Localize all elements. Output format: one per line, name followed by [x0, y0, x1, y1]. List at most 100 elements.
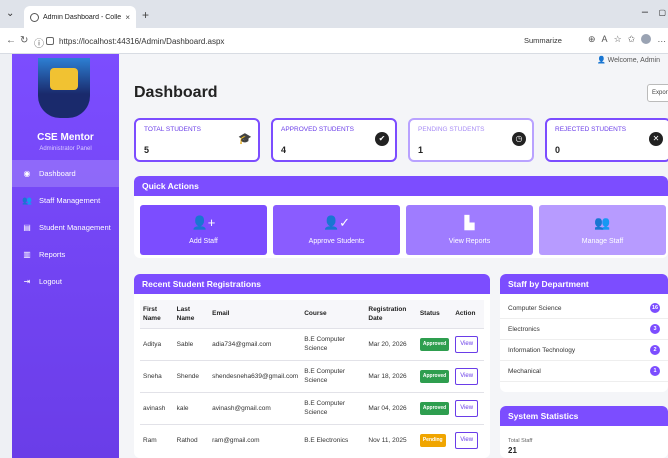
- stat-label: REJECTED STUDENTS: [555, 126, 627, 133]
- read-aloud-icon[interactable]: A: [602, 34, 608, 46]
- info-icon[interactable]: ⓘ: [34, 35, 44, 50]
- chart-icon: ▙: [464, 215, 475, 230]
- staff-by-department-title: Staff by Department: [500, 274, 668, 294]
- sidebar-menu: ◉ Dashboard 👥 Staff Management ▤ Student…: [12, 160, 119, 295]
- recent-registrations-title: Recent Student Registrations: [134, 274, 490, 294]
- user-check-icon: 👤✓: [322, 215, 351, 230]
- add-staff-button[interactable]: 👤+ Add Staff: [140, 205, 267, 255]
- summarize-button[interactable]: Summarize: [524, 36, 562, 45]
- users-icon: 👥: [594, 215, 611, 230]
- cell-last-name: Rathod: [173, 423, 210, 456]
- tab-menu-icon[interactable]: ⌄: [6, 8, 18, 20]
- view-button[interactable]: View: [455, 367, 479, 385]
- table-row: avinash kale avinash@gmail.com B.E Compu…: [140, 391, 484, 424]
- sidebar-item-label: Dashboard: [39, 169, 76, 178]
- profile-avatar[interactable]: [641, 34, 652, 44]
- view-button[interactable]: View: [455, 335, 479, 353]
- view-reports-button[interactable]: ▙ View Reports: [406, 205, 533, 255]
- column-header: Action: [452, 300, 484, 328]
- sidebar-item-dashboard[interactable]: ◉ Dashboard: [12, 160, 119, 187]
- dept-count-badge: 16: [650, 303, 660, 313]
- cell-last-name: Sable: [173, 327, 210, 360]
- new-tab-button[interactable]: +: [142, 8, 149, 22]
- column-header[interactable]: Status: [416, 300, 453, 328]
- page-title: Dashboard: [134, 84, 218, 101]
- sidebar-item-logout[interactable]: ⇥ Logout: [12, 268, 119, 295]
- view-button[interactable]: View: [455, 431, 479, 449]
- globe-icon: [30, 12, 39, 22]
- users-icon: 👥: [22, 196, 32, 205]
- registrations-table: First Name Last Name Email Course Regist…: [140, 300, 484, 456]
- column-header[interactable]: Last Name: [173, 300, 210, 328]
- dept-name: Computer Science: [508, 304, 562, 312]
- list-item: Computer Science 16: [500, 298, 668, 319]
- sidebar-item-reports[interactable]: ▥ Reports: [12, 241, 119, 268]
- clock-icon: ◷: [512, 132, 526, 146]
- status-badge: Pending: [419, 433, 446, 447]
- minimize-button[interactable]: –: [642, 6, 648, 18]
- favorite-star-icon[interactable]: ☆: [614, 34, 622, 46]
- quick-actions-title: Quick Actions: [134, 176, 668, 196]
- user-plus-icon: 👤+: [191, 215, 216, 230]
- list-item: Electronics 3: [500, 319, 668, 340]
- logout-icon: ⇥: [23, 277, 31, 286]
- cell-first-name: Ram: [140, 423, 174, 456]
- lock-icon: [46, 37, 54, 45]
- recent-registrations-card: Recent Student Registrations First Name …: [134, 274, 490, 458]
- zoom-icon[interactable]: ⊕: [588, 34, 596, 46]
- address-bar: ← ↻ ⓘ https://localhost:44316/Admin/Dash…: [0, 28, 668, 54]
- column-header[interactable]: Course: [301, 300, 366, 328]
- x-circle-icon: ✕: [649, 132, 663, 146]
- manage-staff-button[interactable]: 👥 Manage Staff: [539, 205, 666, 255]
- stat-value: 0: [555, 145, 561, 155]
- approve-students-button[interactable]: 👤✓ Approve Students: [273, 205, 400, 255]
- stat-card-total: TOTAL STUDENTS 5 🎓: [134, 118, 260, 162]
- stat-label: TOTAL STUDENTS: [144, 126, 201, 133]
- status-badge: Approved: [419, 369, 450, 383]
- user-icon: 👤: [596, 57, 606, 64]
- column-header[interactable]: Registration Date: [365, 300, 417, 328]
- export-button[interactable]: Export: [647, 84, 668, 102]
- collections-icon[interactable]: ✩: [628, 34, 636, 46]
- stat-label: PENDING STUDENTS: [418, 126, 485, 133]
- cell-date: Mar 20, 2026: [365, 327, 417, 360]
- reports-icon: ▥: [23, 250, 31, 259]
- brand-subtitle: Administrator Panel: [39, 146, 92, 152]
- maximize-button[interactable]: ▢: [658, 8, 666, 17]
- cell-date: Mar 04, 2026: [365, 391, 417, 424]
- sidebar-item-label: Staff Management: [39, 196, 101, 205]
- cell-last-name: Shende: [173, 359, 210, 392]
- url-field[interactable]: https://localhost:44316/Admin/Dashboard.…: [46, 32, 516, 50]
- back-arrow-icon[interactable]: ←: [6, 35, 16, 46]
- staff-by-department-card: Staff by Department Computer Science 16 …: [500, 274, 668, 392]
- welcome-text: 👤 Welcome, Admin: [596, 57, 660, 64]
- url-text: https://localhost:44316/Admin/Dashboard.…: [59, 36, 225, 46]
- dept-name: Electronics: [508, 325, 540, 333]
- student-icon: ▤: [23, 223, 31, 232]
- sidebar: CSE Mentor Administrator Panel ◉ Dashboa…: [12, 54, 119, 458]
- column-header[interactable]: First Name: [140, 300, 174, 328]
- status-badge: Approved: [419, 401, 450, 415]
- cell-date: Nov 11, 2025: [365, 423, 417, 456]
- qa-label: Approve Students: [308, 238, 365, 245]
- stat-value: 5: [144, 145, 150, 155]
- more-menu-icon[interactable]: …: [657, 34, 666, 46]
- sidebar-item-staff-management[interactable]: 👥 Staff Management: [12, 187, 119, 214]
- refresh-icon[interactable]: ↻: [20, 35, 28, 46]
- cell-first-name: Sneha: [140, 359, 174, 392]
- cell-email: avinash@gmail.com: [209, 391, 302, 424]
- tab-close-icon[interactable]: ×: [125, 13, 130, 22]
- browser-toolbar: ⊕ A ☆ ✩ …: [588, 34, 668, 46]
- stat-value: 1: [418, 145, 424, 155]
- main-content: 👤 Welcome, Admin Dashboard Export TOTAL …: [119, 54, 668, 458]
- tab-title: Admin Dashboard - CollegePro: [43, 13, 122, 21]
- browser-tab[interactable]: Admin Dashboard - CollegePro ×: [24, 6, 136, 28]
- column-header[interactable]: Email: [209, 300, 302, 328]
- dept-count-badge: 2: [650, 345, 660, 355]
- stat-value: 4: [281, 145, 287, 155]
- cell-course: B.E Computer Science: [301, 359, 366, 392]
- stat-card-rejected: REJECTED STUDENTS 0 ✕: [545, 118, 668, 162]
- view-button[interactable]: View: [455, 399, 479, 417]
- table-row: Aditya Sable adia734@gmail.com B.E Compu…: [140, 327, 484, 360]
- sidebar-item-student-management[interactable]: ▤ Student Management: [12, 214, 119, 241]
